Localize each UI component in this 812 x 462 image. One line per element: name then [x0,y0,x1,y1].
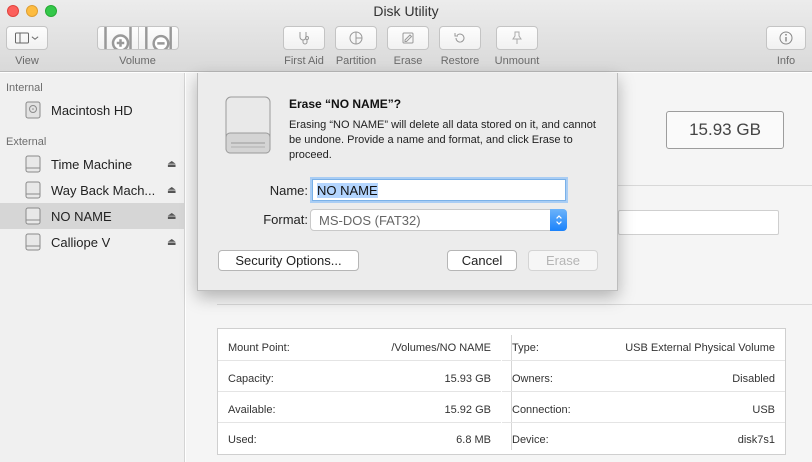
sidebar-item-time-machine[interactable]: Time Machine ⏏ [0,151,184,177]
info-key: Owners: [512,373,553,385]
info-row-owners: Owners: Disabled [502,362,785,392]
add-volume-icon [104,27,132,49]
external-drive-icon [25,181,41,199]
dialog-message: Erasing “NO NAME” will delete all data s… [289,119,596,161]
unmount-label: Unmount [494,55,540,67]
sidebar-heading-internal: Internal [6,82,43,94]
info-button[interactable] [766,26,806,50]
info-row-used: Used: 6.8 MB [218,423,501,453]
volume-segmented-control [97,26,179,50]
view-button[interactable] [6,26,48,50]
info-value: 6.8 MB [456,434,491,446]
sidebar-item-label: NO NAME [51,208,112,224]
info-value: 15.93 GB [444,373,491,385]
info-key: Connection: [512,404,571,416]
unmount-button[interactable] [496,26,538,50]
add-volume-button[interactable] [98,27,138,49]
sidebar: Internal Macintosh HD External Time Mach… [0,73,185,462]
name-field[interactable]: NO NAME [312,179,566,201]
info-row-connection: Connection: USB [502,393,785,423]
divider [217,304,812,305]
restore-icon [454,33,465,43]
info-value: USB External Physical Volume [625,342,775,354]
restore-label: Restore [440,55,480,67]
volume-info-table: Mount Point: /Volumes/NO NAME Capacity: … [217,328,786,455]
info-key: Mount Point: [228,342,290,354]
stethoscope-icon [299,32,309,45]
sidebar-item-label: Calliope V [51,234,111,250]
info-value: 15.92 GB [444,404,491,416]
hard-drive-icon [25,101,41,119]
remove-volume-button[interactable] [138,27,178,49]
info-value: /Volumes/NO NAME [391,342,491,354]
sidebar-item-label: Macintosh HD [51,102,133,118]
format-select[interactable]: MS-DOS (FAT32) [310,209,567,231]
sidebar-item-label: Time Machine [51,156,133,172]
partition-icon [349,31,363,45]
name-label: Name: [269,183,308,198]
window-toolbar: Disk Utility View Volume First Aid Parti… [0,0,812,72]
info-value: disk7s1 [737,434,775,446]
name-field-value: NO NAME [317,183,378,198]
unmount-icon [512,31,522,44]
sidebar-item-label: Way Back Mach... [51,182,156,198]
remove-volume-icon [145,27,172,49]
info-row-device: Device: disk7s1 [502,423,785,453]
info-row-capacity: Capacity: 15.93 GB [218,362,501,392]
divider [618,185,812,186]
volume-label: Volume [119,55,156,67]
sidebar-heading-external: External [6,136,47,148]
erase-dialog: Erase “NO NAME”? Erasing “NO NAME” will … [197,73,618,291]
info-key: Used: [228,434,257,446]
external-disk-icon [225,96,271,154]
chevron-down-icon [31,36,39,40]
sidebar-item-way-back-machine[interactable]: Way Back Mach... ⏏ [0,177,184,203]
info-label: Info [776,55,796,67]
eject-icon[interactable]: ⏏ [167,159,176,170]
info-key: Available: [228,404,276,416]
info-row-available: Available: 15.92 GB [218,393,501,423]
partition-label: Partition [335,55,377,67]
eject-icon[interactable]: ⏏ [167,185,176,196]
format-selected-value: MS-DOS (FAT32) [319,213,421,228]
restore-button[interactable] [439,26,481,50]
sidebar-icon [15,32,29,44]
external-drive-icon [25,155,41,173]
info-row-type: Type: USB External Physical Volume [502,331,785,361]
sidebar-item-no-name[interactable]: NO NAME ⏏ [0,203,184,229]
erase-label: Erase [393,55,423,67]
sidebar-item-macintosh-hd[interactable]: Macintosh HD [0,97,184,123]
eject-icon[interactable]: ⏏ [167,237,176,248]
erase-button[interactable] [387,26,429,50]
format-label: Format: [263,212,308,227]
external-drive-icon [25,207,41,225]
select-stepper[interactable] [550,209,567,231]
partition-button[interactable] [335,26,377,50]
cancel-button[interactable]: Cancel [447,250,517,271]
info-icon [779,31,793,45]
eject-icon[interactable]: ⏏ [167,211,176,222]
capacity-display: 15.93 GB [666,111,784,149]
external-drive-icon [25,233,41,251]
dialog-title: Erase “NO NAME”? [289,97,402,111]
info-row-mount-point: Mount Point: /Volumes/NO NAME [218,331,501,361]
view-label: View [15,55,39,67]
erase-icon [402,32,414,44]
window-title: Disk Utility [373,3,439,19]
usage-bar [618,210,779,235]
info-key: Device: [512,434,549,446]
info-key: Capacity: [228,373,274,385]
first-aid-button[interactable] [283,26,325,50]
info-value: USB [752,404,775,416]
sidebar-item-calliope-v[interactable]: Calliope V ⏏ [0,229,184,255]
up-down-arrows-icon [555,215,562,225]
info-key: Type: [512,342,539,354]
first-aid-label: First Aid [284,55,324,67]
security-options-button[interactable]: Security Options... [218,250,359,271]
info-value: Disabled [732,373,775,385]
erase-confirm-button[interactable]: Erase [528,250,598,271]
